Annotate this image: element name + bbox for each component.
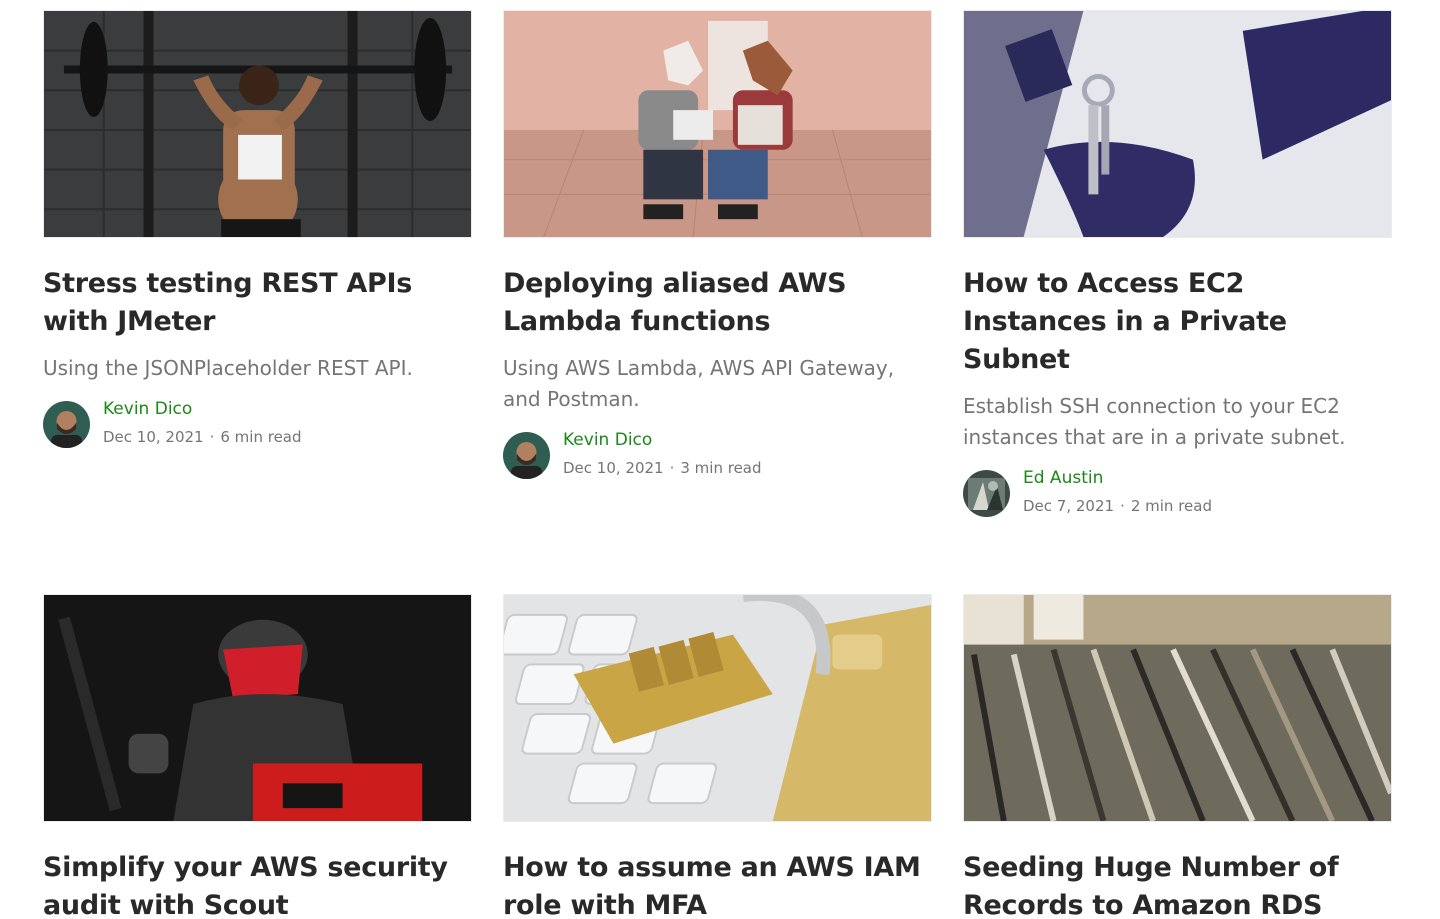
article-title[interactable]: Deploying aliased AWS Lambda functions	[503, 265, 932, 341]
horse-masks-photo	[504, 11, 931, 237]
article-meta: Dec 7, 2021 · 2 min read	[1023, 496, 1212, 516]
riot-figure-photo	[44, 595, 471, 821]
article-grid: Stress testing REST APIs with JMeter Usi…	[0, 0, 1440, 919]
article-subtitle[interactable]: Using the JSONPlaceholder REST API.	[43, 353, 463, 384]
author-name[interactable]: Kevin Dico	[563, 429, 652, 451]
article-thumbnail[interactable]	[43, 10, 472, 238]
article-title[interactable]: How to Access EC2 Instances in a Private…	[963, 265, 1392, 379]
article-thumbnail[interactable]	[963, 594, 1392, 822]
article-title[interactable]: How to assume an AWS IAM role with MFA	[503, 849, 932, 919]
author-row: Kevin Dico Dec 10, 2021 · 6 min read	[43, 398, 472, 450]
author-avatar[interactable]	[503, 432, 550, 479]
meta-separator: ·	[1120, 497, 1125, 515]
read-time: 6 min read	[220, 428, 302, 446]
article-subtitle[interactable]: Establish SSH connection to your EC2 ins…	[963, 391, 1383, 453]
article-card: Deploying aliased AWS Lambda functions U…	[503, 10, 932, 481]
publish-date: Dec 7, 2021	[1023, 497, 1115, 515]
article-title[interactable]: Seeding Huge Number of Records to Amazon…	[963, 849, 1392, 919]
read-time: 2 min read	[1130, 497, 1212, 515]
publish-date: Dec 10, 2021	[103, 428, 204, 446]
article-card: How to Access EC2 Instances in a Private…	[963, 10, 1392, 519]
read-time: 3 min read	[680, 459, 762, 477]
article-thumbnail[interactable]	[963, 10, 1392, 238]
article-subtitle[interactable]: Using AWS Lambda, AWS API Gateway, and P…	[503, 353, 923, 415]
article-thumbnail[interactable]	[503, 594, 932, 822]
author-name[interactable]: Ed Austin	[1023, 467, 1103, 489]
record-bins-photo	[964, 595, 1391, 821]
article-card: How to assume an AWS IAM role with MFA	[503, 594, 932, 919]
article-meta: Dec 10, 2021 · 3 min read	[563, 458, 762, 478]
meta-separator: ·	[209, 428, 215, 446]
article-card: Stress testing REST APIs with JMeter Usi…	[43, 10, 472, 450]
author-row: Ed Austin Dec 7, 2021 · 2 min read	[963, 467, 1392, 519]
padlock-keyboard-photo	[504, 595, 931, 821]
avatar-image	[43, 401, 90, 448]
author-name[interactable]: Kevin Dico	[103, 398, 192, 420]
publish-date: Dec 10, 2021	[563, 459, 664, 477]
keys-lock-photo	[964, 11, 1391, 237]
avatar-image	[503, 432, 550, 479]
author-avatar[interactable]	[963, 470, 1010, 517]
article-meta: Dec 10, 2021 · 6 min read	[103, 427, 302, 447]
barbell-photo	[44, 11, 471, 237]
article-thumbnail[interactable]	[43, 594, 472, 822]
article-card: Seeding Huge Number of Records to Amazon…	[963, 594, 1392, 919]
author-row: Kevin Dico Dec 10, 2021 · 3 min read	[503, 429, 932, 481]
meta-separator: ·	[669, 459, 675, 477]
article-title[interactable]: Simplify your AWS security audit with Sc…	[43, 849, 472, 919]
avatar-image	[963, 470, 1010, 517]
article-thumbnail[interactable]	[503, 10, 932, 238]
article-card: Simplify your AWS security audit with Sc…	[43, 594, 472, 919]
author-avatar[interactable]	[43, 401, 90, 448]
article-title[interactable]: Stress testing REST APIs with JMeter	[43, 265, 472, 341]
